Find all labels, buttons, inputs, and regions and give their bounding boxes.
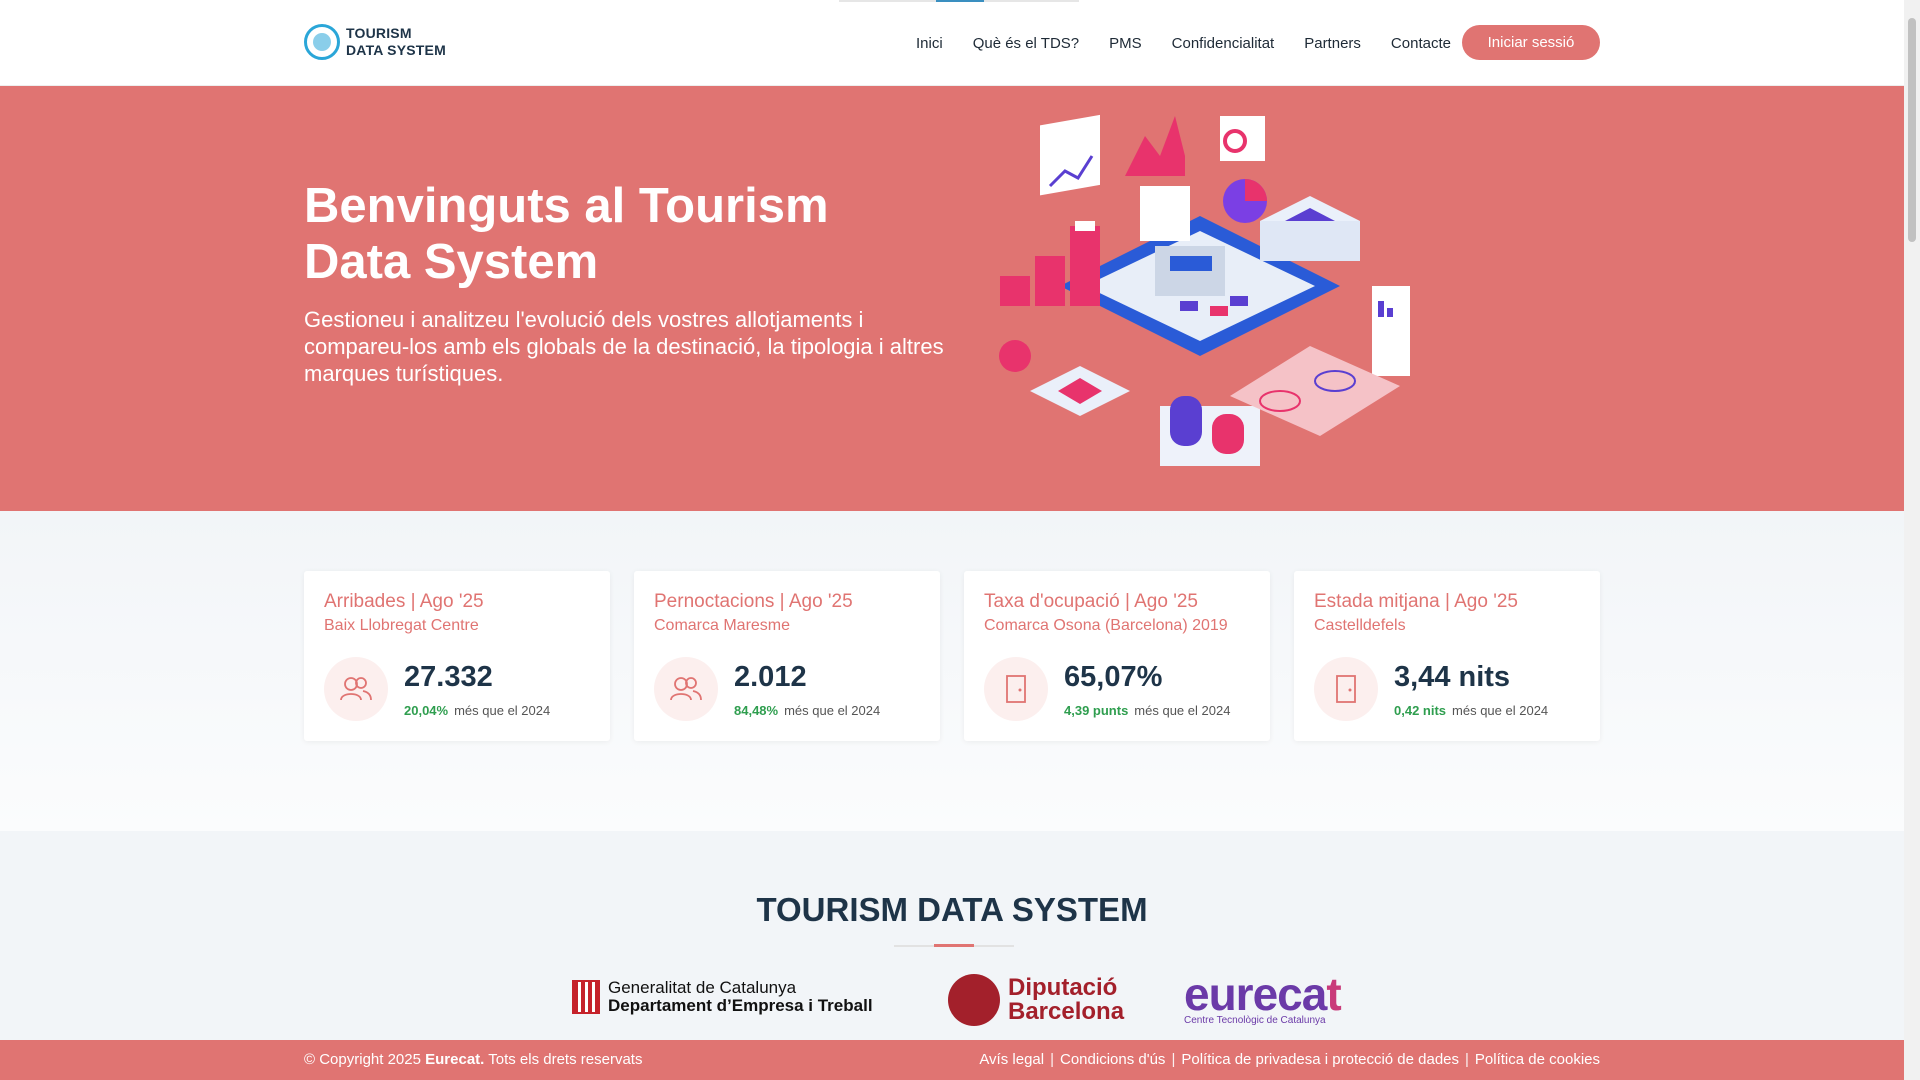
stat-location: Baix Llobregat Centre — [324, 617, 479, 634]
partners-section: TOURISM DATA SYSTEM Generalitat de Catal… — [0, 831, 1904, 1040]
cube-bottom-left — [1030, 366, 1130, 416]
page-scrollbar[interactable] — [1904, 0, 1920, 1080]
generalitat-logo[interactable]: Generalitat de Catalunya Departament d’E… — [572, 979, 873, 1015]
stat-title: Estada mitjana | Ago '25 — [1314, 591, 1518, 612]
stat-value: 3,44 nits — [1394, 661, 1511, 693]
stat-location: Comarca Osona (Barcelona) 2019 — [984, 617, 1228, 634]
nav-pms[interactable]: PMS — [1109, 35, 1142, 52]
stat-card-estada: Estada mitjana | Ago '25 Castelldefels 3… — [1294, 571, 1600, 741]
people-icon — [654, 657, 718, 721]
hero-title: Benvinguts al Tourism Data System — [304, 179, 829, 289]
nav-que-es[interactable]: Què és el TDS? — [973, 35, 1079, 52]
nav-inici[interactable]: Inici — [916, 35, 943, 52]
stats-section: Arribades | Ago '25 Baix Llobregat Centr… — [0, 511, 1904, 831]
link-condicions[interactable]: Condicions d'ús — [1060, 1051, 1165, 1068]
nav-partners[interactable]: Partners — [1304, 35, 1361, 52]
bar-blocks — [1000, 221, 1100, 306]
chart-cards — [1040, 114, 1265, 241]
stat-delta: 20,04% més que el 2024 — [404, 703, 551, 718]
link-privadesa[interactable]: Política de privadesa i protecció de dad… — [1181, 1051, 1459, 1068]
stat-location: Castelldefels — [1314, 617, 1406, 634]
stat-card-pernoctacions: Pernoctacions | Ago '25 Comarca Maresme … — [634, 571, 940, 741]
diputacio-logo[interactable]: Diputació Barcelona — [948, 974, 1124, 1026]
login-button[interactable]: Iniciar sessió — [1462, 25, 1600, 60]
heading-divider — [894, 944, 1014, 947]
people-icon — [324, 657, 388, 721]
stat-title: Taxa d'ocupació | Ago '25 — [984, 591, 1198, 612]
copyright: © Copyright 2025 Eurecat. Tots els drets… — [304, 1051, 643, 1068]
partners-heading: TOURISM DATA SYSTEM — [756, 891, 1148, 928]
door-icon — [1314, 657, 1378, 721]
stat-title: Pernoctacions | Ago '25 — [654, 591, 853, 612]
door-icon — [984, 657, 1048, 721]
hero-section: Benvinguts al Tourism Data System Gestio… — [0, 86, 1904, 511]
eurecat-logo[interactable]: eurecat Centre Tecnològic de Catalunya — [1184, 971, 1342, 1026]
site-footer: © Copyright 2025 Eurecat. Tots els drets… — [0, 1040, 1904, 1080]
hero-subtitle: Gestioneu i analitzeu l'evolució dels vo… — [304, 307, 944, 386]
scrollbar-thumb[interactable] — [1908, 18, 1916, 242]
link-avis-legal[interactable]: Avís legal — [979, 1051, 1044, 1068]
logo-line1: TOURISM — [346, 25, 412, 41]
stat-card-ocupacio: Taxa d'ocupació | Ago '25 Comarca Osona … — [964, 571, 1270, 741]
stat-location: Comarca Maresme — [654, 617, 791, 634]
diputacio-seal-icon — [948, 974, 1000, 1026]
site-header: TOURISM DATA SYSTEM Inici Què és el TDS?… — [0, 0, 1904, 86]
cube-right — [1260, 196, 1360, 261]
main-nav: Inici Què és el TDS? PMS Confidencialita… — [916, 0, 1481, 86]
logo-line2: DATA SYSTEM — [346, 42, 446, 58]
stat-delta: 0,42 nits més que el 2024 — [1394, 703, 1549, 718]
dashboard-illustration — [999, 114, 1410, 466]
nav-contacte[interactable]: Contacte — [1391, 35, 1451, 52]
stat-value: 2.012 — [734, 661, 807, 693]
globe-icon — [304, 24, 340, 60]
stat-title: Arribades | Ago '25 — [324, 591, 484, 612]
stat-card-arribades: Arribades | Ago '25 Baix Llobregat Centr… — [304, 571, 610, 741]
link-cookies[interactable]: Política de cookies — [1475, 1051, 1600, 1068]
document-card — [1372, 286, 1410, 376]
stat-value: 27.332 — [404, 661, 493, 693]
nav-confidencialitat[interactable]: Confidencialitat — [1172, 35, 1275, 52]
generalitat-emblem-icon — [572, 980, 600, 1014]
stat-value: 65,07% — [1064, 661, 1163, 693]
site-logo[interactable]: TOURISM DATA SYSTEM — [304, 24, 446, 60]
stat-delta: 84,48% més que el 2024 — [734, 703, 881, 718]
footer-links: Avís legal | Condicions d'ús | Política … — [979, 1051, 1600, 1068]
stat-delta: 4,39 punts més que el 2024 — [1064, 703, 1231, 718]
cylinders — [1160, 396, 1260, 466]
